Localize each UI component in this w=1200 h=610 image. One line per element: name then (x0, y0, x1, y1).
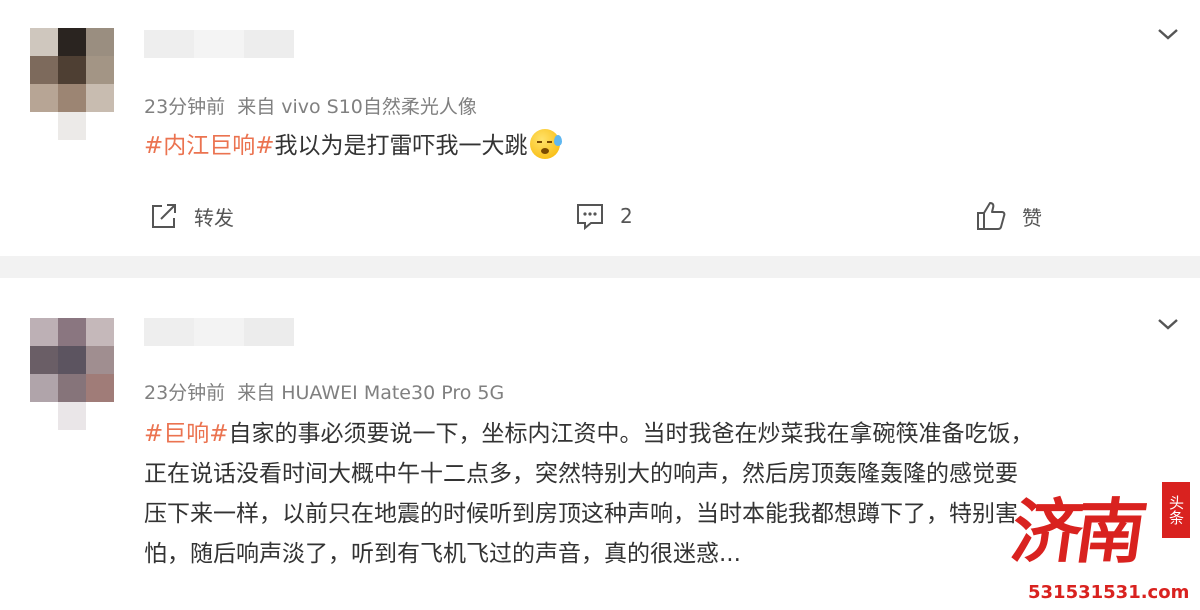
username-blurred[interactable] (144, 318, 294, 346)
weibo-post: 23分钟前 来自 vivo S10自然柔光人像 #内江巨响#我以为是打雷吓我一大跳… (0, 0, 1200, 256)
post-time[interactable]: 23分钟前 (144, 382, 225, 404)
post-body-line: 压下来一样，以前只在地震的时候听到房顶这种声响，当时本能我都想蹲下了，特别害 (144, 501, 1018, 527)
repost-label: 转发 (194, 205, 234, 230)
avatar[interactable] (30, 318, 114, 430)
post-meta: 23分钟前 来自 vivo S10自然柔光人像 (144, 92, 477, 119)
chevron-down-icon[interactable] (1156, 314, 1180, 334)
thumbs-up-icon (977, 202, 1006, 230)
post-divider (0, 256, 1200, 278)
post-body-line: 怕，随后响声淡了，听到有飞机飞过的声音，真的很迷惑... (144, 541, 741, 567)
hashtag-link[interactable]: #巨响# (144, 421, 229, 447)
avatar[interactable] (30, 28, 114, 140)
post-meta: 23分钟前 来自 HUAWEI Mate30 Pro 5G (144, 378, 504, 405)
username-blurred[interactable] (144, 30, 294, 58)
post-body-line: 正在说话没看时间大概中午十二点多，突然特别大的响声，然后房顶轰隆轰隆的感觉要 (144, 461, 1018, 487)
chevron-down-icon[interactable] (1156, 24, 1180, 44)
like-button[interactable]: 赞 (974, 196, 1042, 236)
post-source: 来自 vivo S10自然柔光人像 (237, 96, 477, 118)
hashtag-link[interactable]: #内江巨响# (144, 133, 275, 159)
post-text: #内江巨响#我以为是打雷吓我一大跳 (144, 126, 562, 166)
post-text: #巨响#自家的事必须要说一下，坐标内江资中。当时我爸在炒菜我在拿碗筷准备吃饭， … (144, 414, 1034, 574)
post-time[interactable]: 23分钟前 (144, 96, 225, 118)
post-actions: 转发 2 赞 (0, 196, 1200, 236)
watermark-logo-text: 济南 (1006, 490, 1146, 573)
comment-icon (577, 204, 603, 231)
repost-icon (152, 204, 176, 228)
watermark-logo: 济南 头条 531531531.com (1006, 482, 1190, 610)
sweat-smile-icon (529, 129, 562, 159)
post-body-line: #巨响#自家的事必须要说一下，坐标内江资中。当时我爸在炒菜我在拿碗筷准备吃饭， (144, 421, 1034, 447)
comment-count: 2 (620, 204, 633, 228)
repost-button[interactable]: 转发 (148, 196, 234, 236)
like-label: 赞 (1022, 205, 1042, 230)
watermark-seal: 头条 (1162, 482, 1190, 538)
comment-button[interactable]: 2 (574, 196, 633, 236)
watermark-url: 531531531.com (1028, 582, 1190, 603)
post-body-line: 我以为是打雷吓我一大跳 (274, 133, 528, 159)
post-source: 来自 HUAWEI Mate30 Pro 5G (237, 382, 505, 404)
